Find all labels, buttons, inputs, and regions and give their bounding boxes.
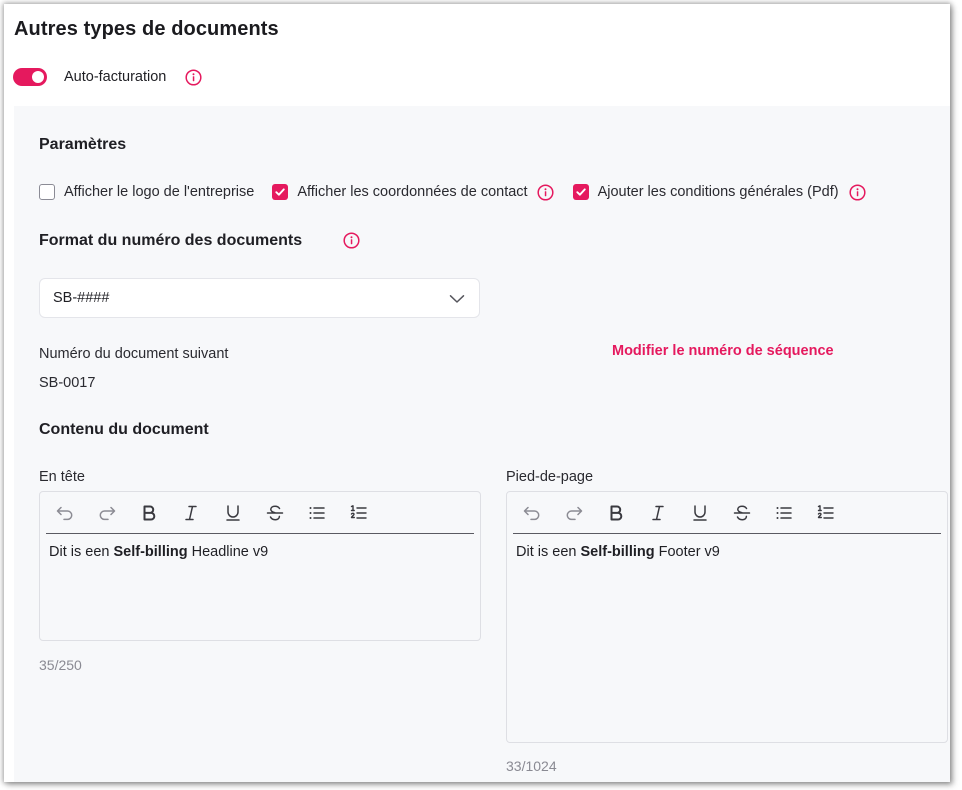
strikethrough-icon[interactable] — [265, 499, 307, 527]
checkbox-box[interactable] — [272, 184, 289, 200]
strikethrough-icon[interactable] — [732, 499, 774, 527]
modify-sequence-link[interactable]: Modifier le numéro de séquence — [612, 343, 834, 359]
check-icon — [575, 188, 586, 196]
auto-facturation-label: Auto-facturation — [64, 69, 167, 85]
redo-icon[interactable] — [97, 499, 139, 527]
footer-label: Pied-de-page — [506, 469, 594, 485]
header-editor-toolbar — [46, 492, 474, 534]
header-char-counter: 35/250 — [39, 657, 82, 673]
next-number-label: Numéro du document suivant — [39, 346, 229, 362]
footer-editor-content[interactable]: Dit is een Self-billing Footer v9 — [516, 544, 720, 560]
header-text-end: Headline v9 — [187, 544, 269, 560]
checkbox-box[interactable] — [39, 184, 55, 200]
page-title: Autres types de documents — [14, 18, 279, 40]
checkbox-label: Ajouter les conditions générales (Pdf) — [597, 184, 839, 200]
header-label: En tête — [39, 469, 85, 485]
parameters-checkbox-row: Afficher le logo de l'entreprise Affiche… — [39, 182, 866, 202]
number-format-select[interactable]: SB-#### — [39, 278, 480, 318]
header-text-start: Dit is een — [49, 544, 114, 560]
underline-icon[interactable] — [690, 499, 732, 527]
footer-text-start: Dit is een — [516, 544, 581, 560]
bold-icon[interactable] — [139, 499, 181, 527]
footer-editor-toolbar — [513, 492, 941, 534]
chevron-down-icon — [449, 292, 465, 308]
number-format-title: Format du numéro des documents — [39, 232, 303, 249]
bullet-list-icon[interactable] — [307, 499, 349, 527]
footer-editor[interactable]: Dit is een Self-billing Footer v9 — [506, 491, 948, 743]
undo-icon[interactable] — [522, 499, 564, 527]
header-editor[interactable]: Dit is een Self-billing Headline v9 — [39, 491, 481, 641]
footer-text-bold: Self-billing — [580, 544, 655, 560]
auto-facturation-toggle[interactable] — [13, 68, 47, 86]
header-editor-content[interactable]: Dit is een Self-billing Headline v9 — [49, 544, 268, 560]
undo-icon[interactable] — [55, 499, 97, 527]
select-value: SB-#### — [53, 290, 110, 306]
bold-icon[interactable] — [606, 499, 648, 527]
info-icon[interactable] — [849, 183, 866, 201]
italic-icon[interactable] — [648, 499, 690, 527]
auto-facturation-row: Auto-facturation — [13, 66, 202, 88]
document-settings-panel: Paramètres Afficher le logo de l'entrepr… — [14, 106, 950, 782]
checkbox-show-logo[interactable]: Afficher le logo de l'entreprise — [39, 184, 254, 200]
italic-icon[interactable] — [181, 499, 223, 527]
checkbox-terms-pdf[interactable]: Ajouter les conditions générales (Pdf) — [572, 183, 866, 201]
bullet-list-icon[interactable] — [774, 499, 816, 527]
info-icon[interactable] — [185, 68, 202, 86]
info-icon[interactable] — [343, 232, 360, 249]
toggle-knob — [32, 71, 44, 83]
document-content-title: Contenu du document — [39, 421, 209, 438]
footer-char-counter: 33/1024 — [506, 758, 557, 774]
footer-text-end: Footer v9 — [654, 544, 720, 560]
checkbox-label: Afficher les coordonnées de contact — [297, 184, 528, 200]
info-icon[interactable] — [537, 183, 554, 201]
checkbox-label: Afficher le logo de l'entreprise — [64, 184, 255, 200]
underline-icon[interactable] — [223, 499, 265, 527]
header-text-bold: Self-billing — [113, 544, 188, 560]
check-icon — [275, 188, 286, 196]
numbered-list-icon[interactable] — [816, 499, 858, 527]
checkbox-box[interactable] — [572, 184, 589, 200]
settings-card: Autres types de documents Auto-facturati… — [4, 4, 950, 782]
checkbox-show-contact[interactable]: Afficher les coordonnées de contact — [272, 183, 554, 201]
redo-icon[interactable] — [564, 499, 606, 527]
parameters-title: Paramètres — [39, 136, 127, 153]
next-number-value: SB-0017 — [39, 375, 96, 391]
numbered-list-icon[interactable] — [349, 499, 391, 527]
